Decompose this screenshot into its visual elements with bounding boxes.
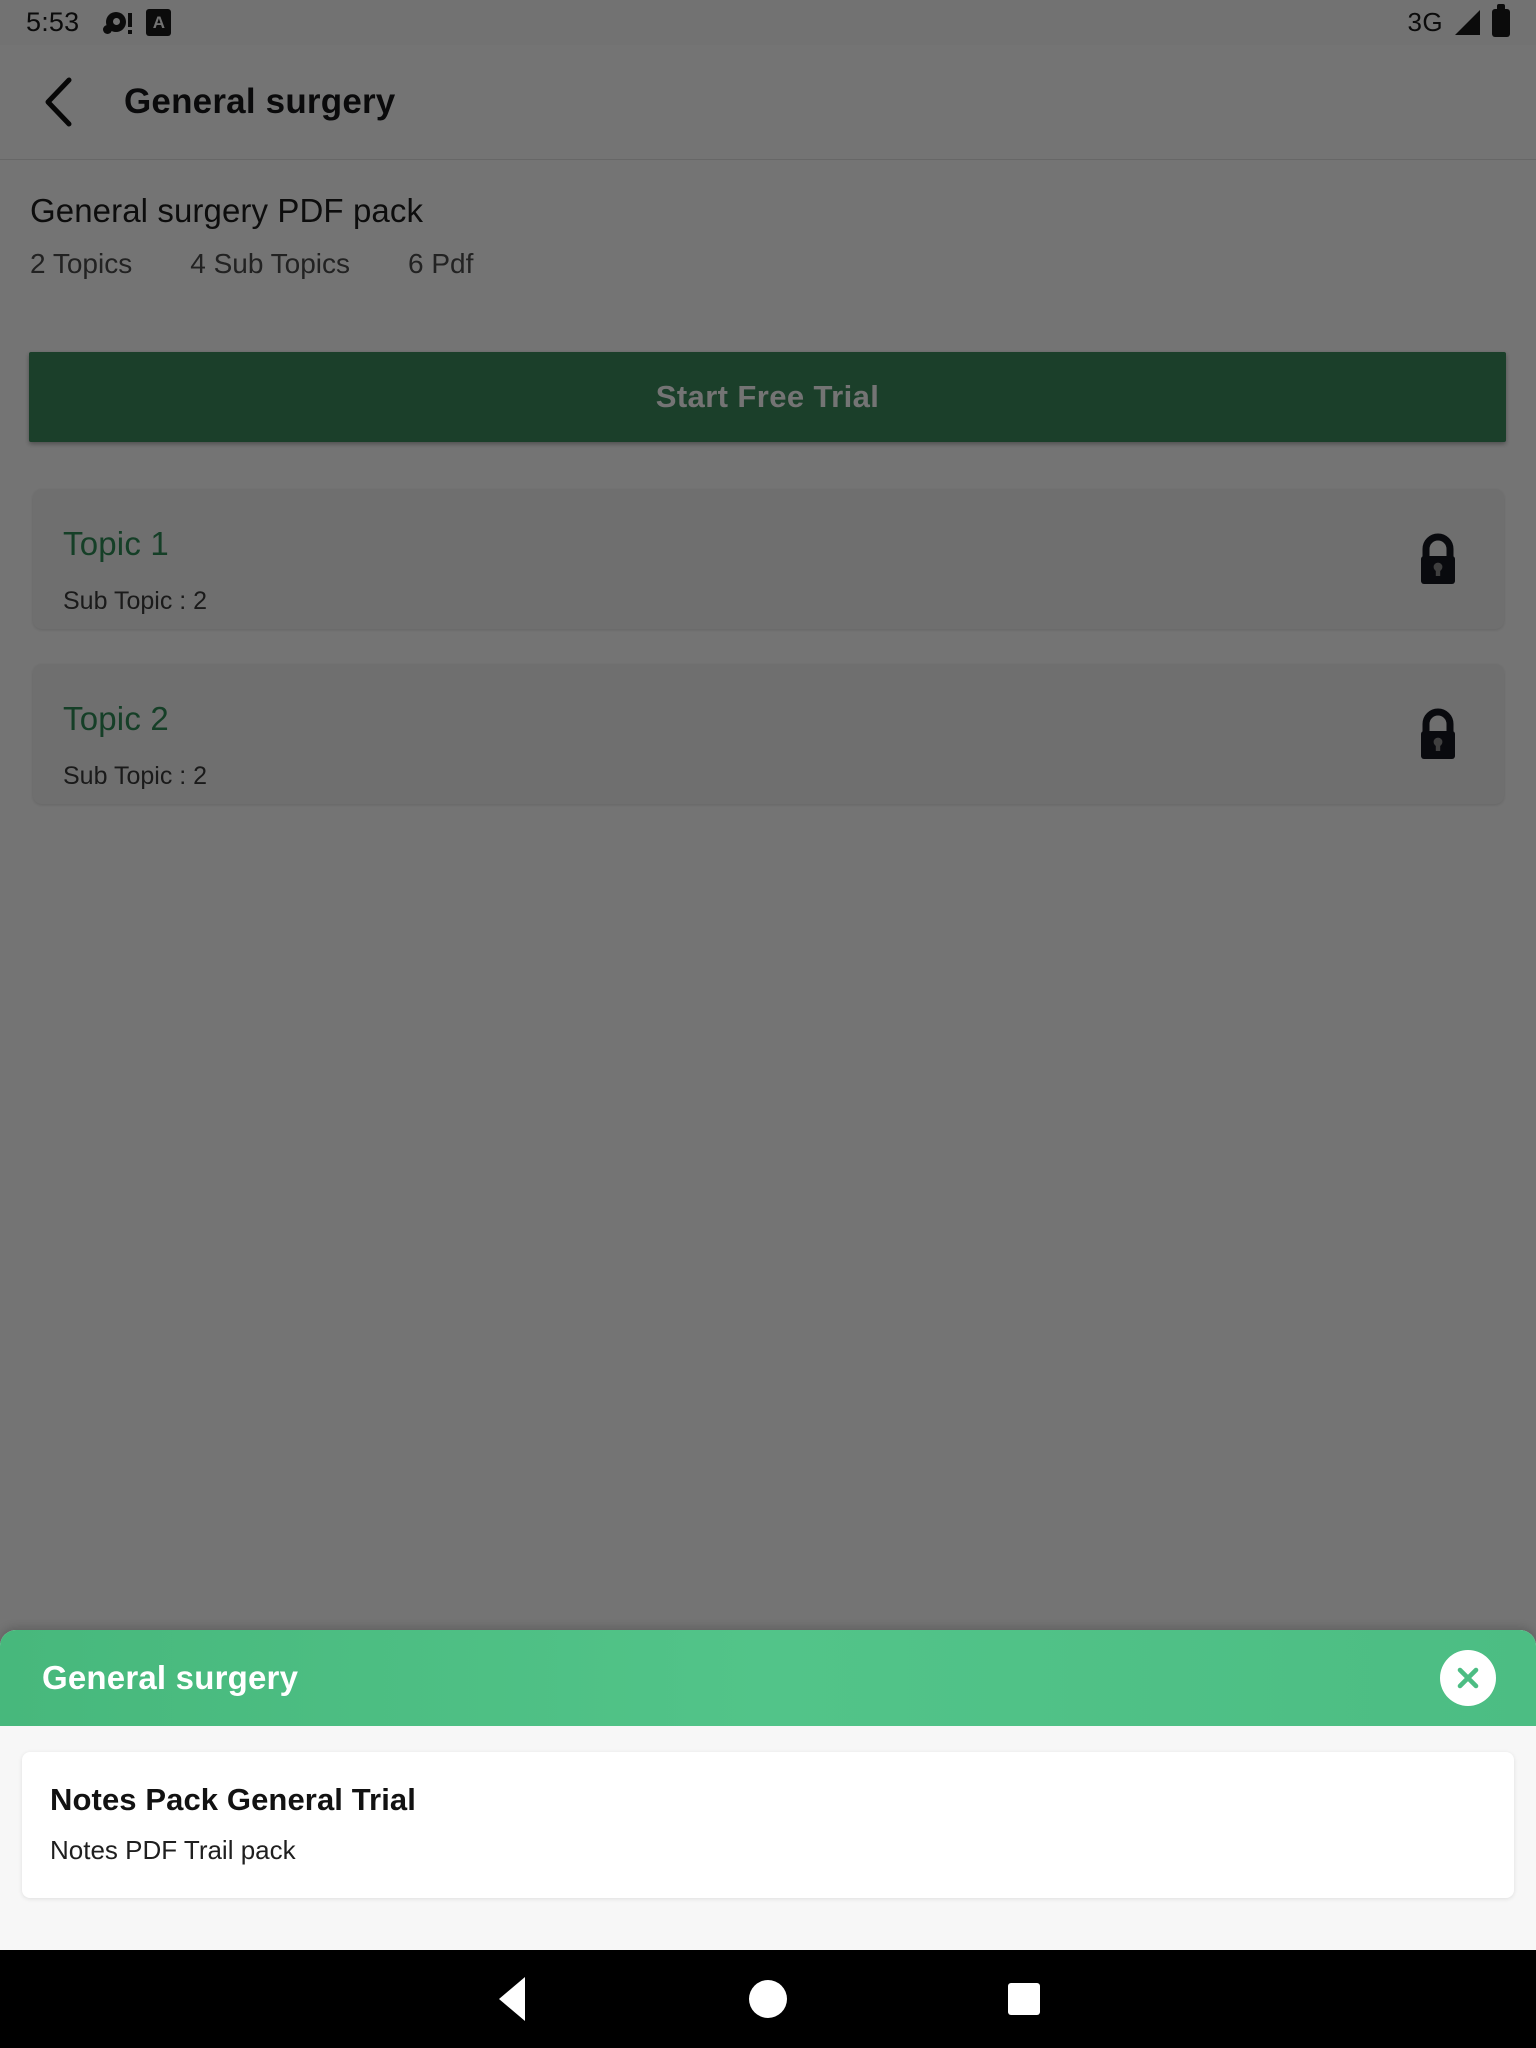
circle-home-icon [749,1980,787,2018]
list-item-title: Notes Pack General Trial [50,1782,416,1817]
topic-subtopic-count: Sub Topic : 2 [63,587,208,615]
topic-title: Topic 2 [63,700,169,737]
close-button[interactable] [1440,1650,1496,1706]
bottom-sheet-body: Notes Pack General Trial Notes PDF Trail… [0,1726,1536,1898]
start-free-trial-button[interactable]: Start Free Trial [29,352,1506,442]
square-recents-icon [1008,1983,1040,2015]
android-navigation-bar [0,1950,1536,2048]
pack-title: General surgery PDF pack [30,192,424,229]
notification-alert-icon [103,10,133,36]
topic-title: Topic 1 [63,525,169,562]
topic-subtopic-count: Sub Topic : 2 [63,762,208,790]
battery-icon [1492,3,1510,37]
list-item[interactable]: Notes Pack General Trial Notes PDF Trail… [22,1752,1514,1898]
chevron-left-icon [45,77,72,127]
close-x-icon [1457,1667,1479,1689]
lock-closed-icon [1414,533,1462,587]
status-bar: 5:53 A 3G [0,0,1536,45]
triangle-back-icon [499,1977,525,2021]
bottom-sheet-title: General surgery [42,1659,299,1696]
pack-summary: General surgery PDF pack 2 Topics 4 Sub … [30,192,1430,280]
status-bar-notification-icons: A [103,9,172,36]
app-bar: General surgery [0,45,1536,160]
lock-closed-icon [1414,708,1462,762]
signal-icon [1455,10,1480,35]
nav-recents-button[interactable] [896,1950,1152,2048]
bottom-sheet-header: General surgery [0,1630,1536,1726]
back-button[interactable] [30,73,88,131]
page-title: General surgery [124,82,396,121]
pack-meta-pdf: 6 Pdf [408,248,474,279]
app-a-icon: A [146,9,172,36]
bottom-sheet: General surgery Notes Pack General Trial… [0,1630,1536,1950]
topic-card[interactable]: Topic 2 Sub Topic : 2 [33,664,1504,804]
pack-meta-topics: 2 Topics [30,248,133,279]
pack-meta-subtopics: 4 Sub Topics [190,248,351,279]
topic-card[interactable]: Topic 1 Sub Topic : 2 [33,489,1504,629]
nav-home-button[interactable] [640,1950,896,2048]
status-bar-time: 5:53 [26,7,80,37]
phone-screen: 5:53 A 3G General surgery General surger… [0,0,1536,2048]
nav-back-button[interactable] [384,1950,640,2048]
list-item-subtitle: Notes PDF Trail pack [50,1835,296,1865]
pack-meta: 2 Topics 4 Sub Topics 6 Pdf [30,248,1430,280]
status-bar-system-icons: 3G [1407,3,1510,38]
network-type-label: 3G [1407,7,1443,37]
